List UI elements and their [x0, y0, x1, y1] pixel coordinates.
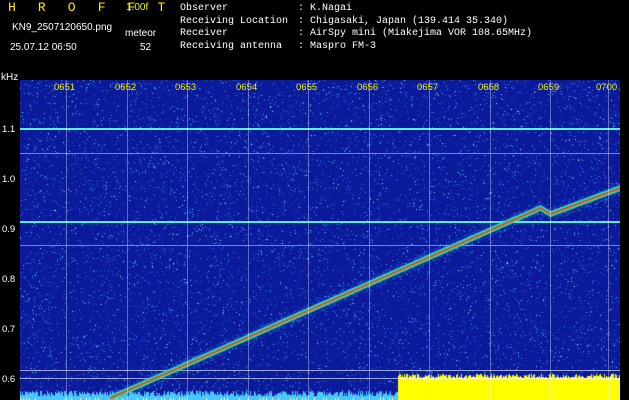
- location-value: : Chigasaki, Japan (139.414 35.340): [298, 15, 509, 27]
- y-tick-label: 1.1: [2, 124, 16, 135]
- meteor-label: meteor: [125, 28, 157, 39]
- x-tick-label: 0654: [236, 82, 258, 93]
- x-grid-line: [429, 80, 430, 400]
- x-tick-label: 0655: [296, 82, 318, 93]
- x-tick-label: 0651: [54, 82, 76, 93]
- meteor-count: 52: [140, 42, 152, 53]
- x-grid-line: [248, 80, 249, 400]
- observer-value: : K.Nagai: [298, 3, 353, 14]
- location-row: Receiving Location : Chigasaki, Japan (13…: [180, 16, 532, 29]
- receiver-row: Receiver : AirSpy mini (Miakejima VOR 108…: [180, 28, 532, 41]
- y-axis: [0, 72, 20, 400]
- x-grid-line: [187, 80, 188, 400]
- timestamp-label: 25.07.12 06:50: [10, 42, 77, 53]
- receiver-value: : AirSpy mini (Miakejima VOR 108.65MHz): [298, 28, 533, 40]
- header: H R O F F T 1.00f KN9_2507120650.png met…: [0, 0, 629, 72]
- observer-row: Observer : K.Nagai: [180, 3, 532, 16]
- x-grid-line: [550, 80, 551, 400]
- x-grid-line: [308, 80, 309, 400]
- y-tick-label: 0.7: [2, 324, 16, 335]
- signal-trace: [20, 80, 620, 400]
- x-grid-line: [490, 80, 491, 400]
- x-grid-line: [66, 80, 67, 400]
- receiver-key: Receiver: [180, 28, 229, 40]
- x-tick-label: 0658: [478, 82, 500, 93]
- spectrogram-plot: [20, 80, 620, 400]
- location-key: Receiving Location: [180, 15, 289, 27]
- y-tick-label: 0.8: [2, 274, 16, 285]
- x-tick-label: 0653: [175, 82, 197, 93]
- y-tick-label: 1.0: [2, 174, 16, 185]
- observer-key: Observer: [180, 3, 229, 14]
- x-tick-label: 0652: [115, 82, 137, 93]
- filename-label: KN9_2507120650.png: [12, 22, 113, 33]
- antenna-key: Receiving antenna: [180, 40, 283, 52]
- hroft-spectrogram-window: H R O F F T 1.00f KN9_2507120650.png met…: [0, 0, 629, 400]
- x-grid-line: [369, 80, 370, 400]
- x-grid-line: [127, 80, 128, 400]
- x-tick-label: 0656: [357, 82, 379, 93]
- x-grid-line: [608, 80, 609, 400]
- x-tick-label: 0657: [417, 82, 439, 93]
- antenna-row: Receiving antenna : Maspro FM-3: [180, 41, 532, 54]
- station-info: Observer : K.Nagai Receiving Location : Ch…: [180, 3, 532, 53]
- x-tick-label: 0659: [538, 82, 560, 93]
- x-tick-label: 0700: [596, 82, 618, 93]
- antenna-value: : Maspro FM-3: [298, 40, 377, 52]
- y-tick-label: 0.6: [2, 374, 16, 385]
- y-tick-label: 0.9: [2, 224, 16, 235]
- version-label: 1.00f: [126, 2, 149, 13]
